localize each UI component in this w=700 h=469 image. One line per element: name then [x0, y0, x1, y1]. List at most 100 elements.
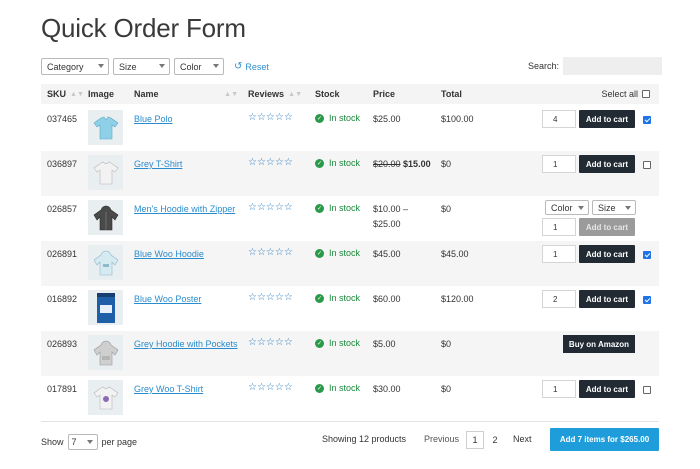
chevron-down-icon: [625, 206, 631, 210]
product-name-link[interactable]: Blue Woo Hoodie: [134, 249, 204, 259]
in-stock-check-icon: ✓: [315, 158, 324, 168]
total-cell: $45.00: [441, 249, 469, 259]
add-to-cart-button[interactable]: Add to cart: [579, 155, 635, 173]
stock-status: ✓ In stock: [315, 383, 360, 393]
variation-size-select[interactable]: Size: [592, 200, 636, 215]
chevron-down-icon: [159, 64, 165, 68]
price-range-end: $25.00: [373, 219, 401, 229]
select-all-checkbox[interactable]: [642, 90, 650, 98]
previous-page-button[interactable]: Previous: [424, 434, 459, 444]
stock-status: ✓ In stock: [315, 203, 360, 213]
stock-status: ✓ In stock: [315, 338, 360, 348]
in-stock-check-icon: ✓: [315, 248, 324, 258]
add-to-cart-button[interactable]: Add to cart: [579, 290, 635, 308]
quantity-input[interactable]: 1: [542, 218, 576, 236]
sort-icon: ▲▼: [224, 90, 238, 98]
stock-label: In stock: [329, 293, 361, 303]
row-select-checkbox[interactable]: [643, 386, 651, 394]
price-range-start: $10.00 –: [373, 204, 409, 214]
add-selected-to-cart-button[interactable]: Add 7 items for $265.00: [550, 428, 659, 451]
name-header-label: Name: [134, 89, 159, 99]
add-to-cart-button[interactable]: Add to cart: [579, 380, 635, 398]
rating-stars-icon: ☆☆☆☆☆: [248, 247, 293, 258]
table-row: 026891 Blue Woo Hoodie ☆☆☆☆☆ ✓ In stock $…: [41, 241, 659, 286]
product-image[interactable]: [88, 110, 123, 145]
product-name-link[interactable]: Grey T-Shirt: [134, 159, 182, 169]
total-cell: $0: [441, 384, 452, 394]
total-header-label: Total: [441, 89, 462, 99]
product-name-link[interactable]: Blue Polo: [134, 114, 173, 124]
product-image[interactable]: [88, 245, 123, 280]
total-cell: $0: [441, 339, 452, 349]
quantity-input[interactable]: 1: [542, 380, 576, 398]
product-name-link[interactable]: Grey Hoodie with Pockets: [134, 339, 238, 349]
table-header: SKU ▲▼ Image Name ▲▼ Reviews ▲▼ Stock Price…: [41, 84, 659, 104]
quantity-input[interactable]: 1: [542, 155, 576, 173]
reset-link[interactable]: ↺ Reset: [234, 61, 269, 72]
total-cell: $0: [441, 159, 452, 169]
quantity-input[interactable]: 1: [542, 245, 576, 263]
page-length-select[interactable]: 7: [67, 434, 98, 450]
next-page-button[interactable]: Next: [513, 434, 532, 444]
price-cell: $5.00: [373, 339, 396, 349]
product-name-link[interactable]: Blue Woo Poster: [134, 294, 201, 304]
showing-info: Showing 12 products: [322, 434, 407, 444]
in-stock-check-icon: ✓: [315, 293, 324, 303]
row-select-checkbox[interactable]: [643, 296, 651, 304]
product-image[interactable]: [88, 290, 123, 325]
category-select[interactable]: Category: [41, 58, 109, 75]
chevron-down-icon: [98, 64, 104, 68]
page-length-value: 7: [71, 437, 77, 447]
product-name-link[interactable]: Grey Woo T-Shirt: [134, 384, 203, 394]
stock-label: In stock: [329, 113, 361, 123]
hoodie-icon: [93, 340, 118, 365]
buy-on-amazon-button[interactable]: Buy on Amazon: [563, 335, 635, 353]
page-1-button[interactable]: 1: [466, 431, 484, 449]
table-row: 036897 Grey T-Shirt ☆☆☆☆☆ ✓ In stock $20.…: [41, 151, 659, 196]
price-cell: $30.00: [373, 384, 401, 394]
row-select-checkbox[interactable]: [643, 116, 651, 124]
variation-color-select[interactable]: Color: [545, 200, 589, 215]
add-to-cart-button[interactable]: Add to cart: [579, 110, 635, 128]
column-header-sku[interactable]: SKU ▲▼: [47, 89, 84, 99]
category-select-label: Category: [47, 61, 84, 72]
select-all[interactable]: Select all: [601, 89, 650, 99]
column-header-image: Image: [88, 89, 114, 99]
search-input[interactable]: [563, 57, 663, 75]
quantity-input[interactable]: 2: [542, 290, 576, 308]
page-title: Quick Order Form: [41, 13, 246, 43]
row-select-checkbox[interactable]: [643, 251, 651, 259]
row-select-checkbox[interactable]: [643, 161, 651, 169]
polo-shirt-icon: [93, 116, 118, 139]
product-image[interactable]: [88, 155, 123, 190]
add-to-cart-button[interactable]: Add to cart: [579, 218, 635, 236]
sale-price: $15.00: [403, 159, 431, 169]
show-label: Show: [41, 437, 64, 447]
product-image[interactable]: [88, 335, 123, 370]
size-select[interactable]: Size: [113, 58, 170, 75]
add-to-cart-button[interactable]: Add to cart: [579, 245, 635, 263]
stock-status: ✓ In stock: [315, 158, 360, 168]
stock-label: In stock: [329, 203, 361, 213]
sku-cell: 037465: [47, 114, 78, 124]
price-cell: $25.00: [373, 114, 401, 124]
column-header-reviews[interactable]: Reviews ▲▼: [248, 89, 302, 99]
stock-status: ✓ In stock: [315, 248, 360, 258]
total-cell: $0: [441, 204, 452, 214]
chevron-down-icon: [213, 64, 219, 68]
chevron-down-icon: [86, 440, 93, 444]
product-image[interactable]: [88, 200, 123, 235]
sku-cell: 026893: [47, 339, 78, 349]
column-header-name[interactable]: Name ▲▼: [134, 89, 238, 99]
sku-cell: 026891: [47, 249, 78, 259]
color-select[interactable]: Color: [174, 58, 224, 75]
chevron-down-icon: [578, 206, 584, 210]
product-name-link[interactable]: Men's Hoodie with Zipper: [134, 204, 235, 214]
page-2-button[interactable]: 2: [486, 431, 504, 449]
total-cell: $120.00: [441, 294, 474, 304]
price-header-label: Price: [373, 89, 396, 99]
quantity-input[interactable]: 4: [542, 110, 576, 128]
product-image[interactable]: [88, 380, 123, 415]
color-select-label: Color: [180, 61, 202, 72]
table-row: 026893 Grey Hoodie with Pockets ☆☆☆☆☆ ✓ I…: [41, 331, 659, 376]
